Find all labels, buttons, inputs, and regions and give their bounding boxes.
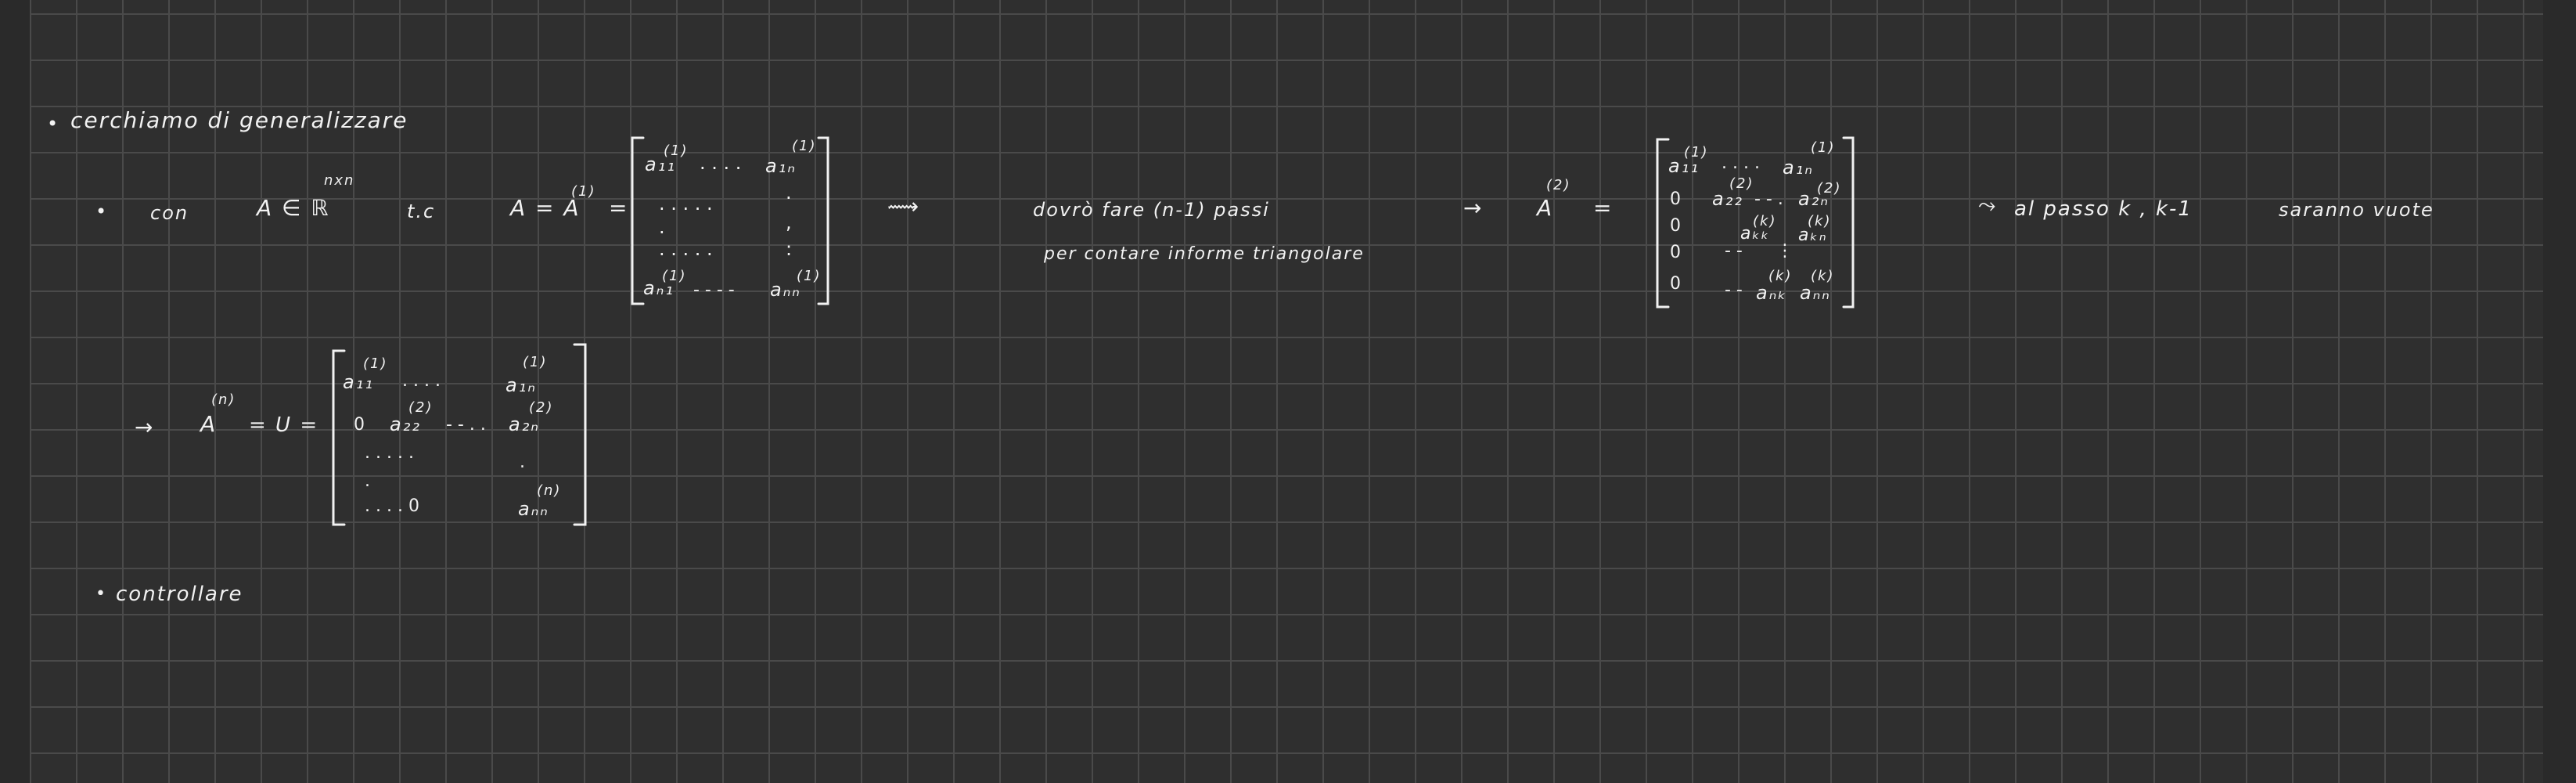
- matrix2-right-bracket: [1842, 136, 1855, 309]
- matrix3-right-bracket: [573, 343, 587, 526]
- matrix2-left-bracket: [1656, 138, 1670, 309]
- matrix-brackets: [332, 136, 1855, 526]
- matrix1-right-bracket: [817, 136, 829, 305]
- matrix1-left-bracket: [631, 136, 645, 305]
- matrix3-left-bracket: [332, 349, 346, 526]
